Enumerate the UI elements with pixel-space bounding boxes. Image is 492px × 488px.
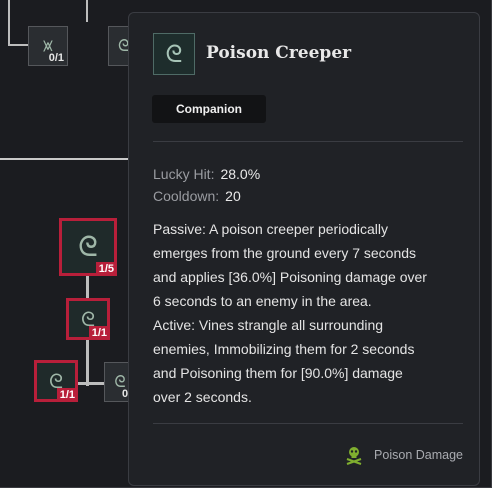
skill-icon-frame: ᘓ	[153, 33, 195, 75]
skill-node-partial[interactable]: ᘓ	[108, 26, 130, 66]
description-line: and applies [36.0%] Poisoning damage ove…	[153, 269, 427, 285]
damage-type: Poison Damage	[344, 445, 463, 465]
description-line: 6 seconds to an enemy in the area.	[153, 293, 372, 309]
skill-node-poison-creeper[interactable]: ᘓ 1/5	[59, 218, 117, 276]
stat-value: 20	[225, 188, 241, 204]
tree-connector	[86, 340, 89, 386]
stat-row: Lucky Hit: 28.0%	[153, 163, 260, 185]
divider	[153, 141, 463, 142]
skill-node-upgrade[interactable]: ᘓ 1/1	[66, 298, 110, 340]
stat-label: Cooldown:	[153, 188, 220, 204]
tree-connector	[76, 382, 106, 385]
skill-node-modifier-right[interactable]: ᘓ 0	[104, 362, 132, 402]
description-line: over 2 seconds.	[153, 389, 252, 405]
skill-tag-badge: Companion	[152, 95, 266, 123]
skill-rank: 1/1	[56, 388, 78, 402]
stat-row: Cooldown: 20	[153, 185, 260, 207]
description-line: emerges from the ground every 7 seconds	[153, 245, 417, 261]
damage-type-label: Poison Damage	[374, 448, 463, 462]
tree-connector	[86, 0, 88, 22]
stats-block: Lucky Hit: 28.0% Cooldown: 20	[153, 163, 260, 207]
vine-swirl-icon: ᘓ	[165, 40, 183, 68]
vine-swirl-icon: ᘓ	[78, 230, 98, 263]
skill-node-modifier-left[interactable]: ᘓ 1/1	[34, 360, 78, 402]
skull-crossbones-icon	[344, 445, 364, 465]
skill-description: Passive: A poison creeper periodically e…	[153, 217, 469, 409]
skill-rank: 0/1	[45, 51, 67, 65]
stat-label: Lucky Hit:	[153, 166, 215, 182]
divider	[153, 423, 463, 424]
stat-value: 28.0%	[220, 166, 261, 182]
description-line: Passive: A poison creeper periodically	[153, 221, 389, 237]
skill-node-top[interactable]: ⩙ 0/1	[28, 26, 68, 66]
skill-rank: 1/5	[95, 262, 117, 276]
tree-connector	[8, 0, 10, 46]
description-line: and Poisoning them for [90.0%] damage	[153, 365, 403, 381]
tooltip-title: Poison Creeper	[206, 43, 352, 63]
tree-connector	[8, 44, 28, 46]
skill-tooltip: ᘓ Poison Creeper Companion Lucky Hit: 28.…	[128, 12, 480, 486]
description-line: Active: Vines strangle all surrounding	[153, 317, 384, 333]
tier-divider	[0, 158, 140, 160]
description-line: enemies, Immobilizing them for 2 seconds	[153, 341, 415, 357]
skill-rank: 1/1	[88, 326, 110, 340]
